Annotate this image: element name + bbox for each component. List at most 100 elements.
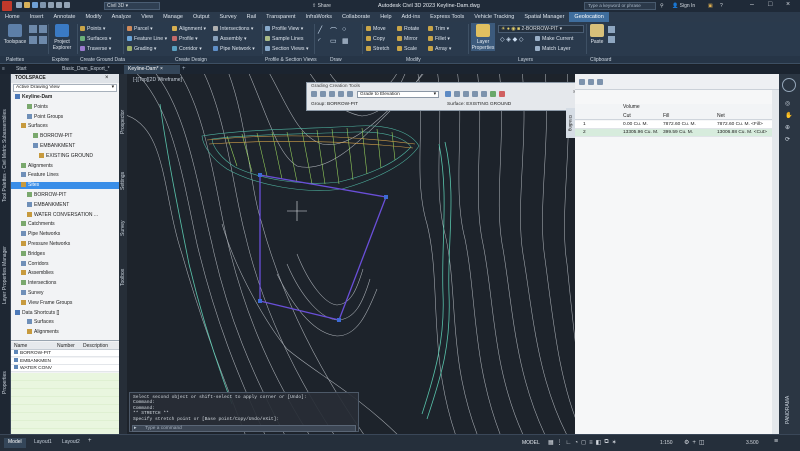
set-target-icon[interactable] bbox=[329, 91, 335, 97]
model-space-toggle[interactable]: MODEL bbox=[522, 440, 540, 446]
ribbon-tab-express-tools[interactable]: Express Tools bbox=[425, 12, 469, 22]
surfaces-button[interactable]: Surfaces ▾ bbox=[80, 36, 112, 42]
ribbon-tab-analyze[interactable]: Analyze bbox=[107, 12, 137, 22]
tree-node[interactable]: Pressure Networks bbox=[11, 241, 119, 248]
app-logo-icon[interactable] bbox=[2, 1, 12, 11]
project-explorer-button[interactable]: Project Explorer bbox=[50, 23, 74, 51]
corridor-button[interactable]: Corridor ▾ bbox=[172, 46, 202, 52]
delete-grading-icon[interactable] bbox=[463, 91, 469, 97]
ribbon-tab-transparent[interactable]: Transparent bbox=[261, 12, 300, 22]
refresh-icon[interactable] bbox=[579, 79, 585, 85]
customization-icon[interactable]: ≡ bbox=[774, 438, 778, 445]
new-tab-icon[interactable]: + bbox=[182, 66, 186, 72]
palette-icon[interactable] bbox=[29, 25, 37, 33]
tab-basic-dam[interactable]: Basic_Dam_Export_* bbox=[58, 65, 114, 74]
profile-button[interactable]: Profile ▾ bbox=[172, 36, 198, 42]
toolspace-button[interactable]: Toolspace bbox=[3, 23, 27, 45]
match-layer-button[interactable]: Match Layer bbox=[535, 46, 571, 52]
sign-in-button[interactable]: 👤 Sign In bbox=[672, 3, 695, 9]
layers-palette-icon[interactable] bbox=[39, 25, 47, 33]
properties-tab[interactable]: Properties bbox=[2, 354, 8, 394]
redo-icon[interactable] bbox=[64, 2, 70, 8]
ribbon-tab-view[interactable]: View bbox=[136, 12, 158, 22]
ribbon-tab-manage[interactable]: Manage bbox=[158, 12, 188, 22]
grading-side-tab[interactable]: Grading bbox=[566, 108, 575, 138]
move-button[interactable]: Move bbox=[366, 26, 386, 32]
save-icon[interactable] bbox=[32, 2, 38, 8]
help-icon[interactable]: ? bbox=[720, 3, 723, 9]
tree-node[interactable]: Surfaces bbox=[11, 123, 119, 130]
grading-button[interactable]: Grading ▾ bbox=[127, 46, 157, 52]
close-icon[interactable]: × bbox=[105, 75, 109, 81]
grid-icon[interactable]: ▦ bbox=[548, 439, 554, 446]
tree-node[interactable]: Pipe Networks bbox=[11, 231, 119, 238]
feature-line-button[interactable]: Feature Line ▾ bbox=[127, 36, 167, 42]
ribbon-tab-geolocation[interactable]: Geolocation bbox=[569, 12, 609, 22]
transparency-icon[interactable]: ◧ bbox=[596, 439, 602, 446]
ribbon-tab-home[interactable]: Home bbox=[0, 12, 25, 22]
scale-button[interactable]: Scale bbox=[397, 46, 417, 52]
copy-clip-icon[interactable] bbox=[608, 26, 615, 33]
tree-node[interactable]: View Frame Groups bbox=[11, 299, 119, 307]
set-surface-icon[interactable] bbox=[320, 91, 326, 97]
list-item[interactable]: WATER CONV bbox=[11, 365, 119, 372]
viewcube-icon[interactable] bbox=[782, 78, 796, 92]
annotation-visibility-icon[interactable]: ✶ bbox=[612, 439, 617, 446]
tree-node[interactable]: Catchments bbox=[11, 221, 119, 228]
tree-node[interactable]: BORROW-PIT bbox=[11, 192, 119, 199]
set-style-icon[interactable] bbox=[347, 91, 353, 97]
close-icon[interactable]: × bbox=[786, 1, 790, 8]
volume-row[interactable]: 1 0.00 Cu. M. 7872.60 Cu. M. 7872.60 Cu. M.… bbox=[575, 121, 772, 129]
ribbon-tab-output[interactable]: Output bbox=[188, 12, 215, 22]
panel-modify[interactable]: Modify bbox=[406, 56, 421, 64]
col-description[interactable]: Description bbox=[83, 343, 108, 349]
panel-create-ground-data[interactable]: Create Ground Data bbox=[80, 56, 125, 64]
share-button[interactable]: ⇧ Share bbox=[312, 3, 331, 9]
panel-palettes[interactable]: Palettes bbox=[6, 56, 24, 64]
new-icon[interactable] bbox=[16, 2, 22, 8]
tree-node[interactable]: Assemblies bbox=[11, 270, 119, 277]
drawing-canvas[interactable]: [-][Top][2D Wireframe] Select second obj… bbox=[127, 74, 575, 434]
annotation-monitor-icon[interactable]: + bbox=[692, 440, 696, 446]
osnap-icon[interactable]: ◻ bbox=[581, 439, 586, 446]
command-input[interactable]: Type a command bbox=[132, 425, 356, 432]
cut-clip-icon[interactable] bbox=[608, 36, 615, 43]
menu-icon[interactable]: ≡ bbox=[2, 66, 10, 73]
stretch-button[interactable]: Stretch bbox=[366, 46, 389, 52]
tab-toolbox[interactable]: Toolbox bbox=[120, 256, 126, 286]
volume-scrollbar[interactable] bbox=[772, 90, 779, 434]
ribbon-tab-vehicle-tracking[interactable]: Vehicle Tracking bbox=[469, 12, 519, 22]
set-layer-icon[interactable] bbox=[338, 91, 344, 97]
ortho-icon[interactable]: ∟ bbox=[566, 440, 572, 446]
panel-create-design[interactable]: Create Design bbox=[175, 56, 207, 64]
cart-icon[interactable]: ▣ bbox=[708, 3, 713, 9]
print-icon[interactable] bbox=[48, 2, 54, 8]
workspace-select[interactable]: Civil 3D ▾ bbox=[104, 2, 160, 10]
ribbon-tab-insert[interactable]: Insert bbox=[25, 12, 49, 22]
profile-view-button[interactable]: Profile View ▾ bbox=[265, 26, 303, 32]
zoom-extents-icon[interactable]: ⊕ bbox=[785, 124, 790, 131]
panel-clipboard[interactable]: Clipboard bbox=[590, 56, 611, 64]
array-button[interactable]: Array ▾ bbox=[428, 46, 451, 52]
open-icon[interactable] bbox=[24, 2, 30, 8]
snap-icon[interactable]: ⋮ bbox=[557, 439, 563, 446]
criteria-select[interactable]: Grade to Elevation ▾ bbox=[357, 91, 439, 98]
tree-node[interactable]: Data Shortcuts [] bbox=[11, 309, 119, 317]
pan-icon[interactable]: ✋ bbox=[785, 112, 792, 119]
trim-button[interactable]: Trim ▾ bbox=[428, 26, 449, 32]
ribbon-tab-infraworks[interactable]: InfraWorks bbox=[301, 12, 338, 22]
view-select[interactable]: Active Drawing View ▾ bbox=[13, 84, 117, 92]
fillet-button[interactable]: Fillet ▾ bbox=[428, 36, 450, 42]
tab-model[interactable]: Model bbox=[4, 438, 26, 448]
maximize-icon[interactable]: □ bbox=[768, 1, 772, 8]
tree-node[interactable]: Survey bbox=[11, 290, 119, 297]
tree-node[interactable]: WATER CONVERSATION ... bbox=[11, 211, 119, 219]
workspace-switch-icon[interactable]: ⚙ bbox=[684, 439, 689, 446]
copy-button[interactable]: Copy bbox=[366, 36, 385, 42]
col-cut[interactable]: Cut bbox=[623, 113, 631, 119]
section-views-button[interactable]: Section Views ▾ bbox=[265, 46, 309, 52]
tree-node[interactable]: Intersections bbox=[11, 280, 119, 287]
create-grading-icon[interactable] bbox=[445, 91, 451, 97]
ribbon-tab-survey[interactable]: Survey bbox=[214, 12, 241, 22]
points-button[interactable]: Points ▾ bbox=[80, 26, 105, 32]
